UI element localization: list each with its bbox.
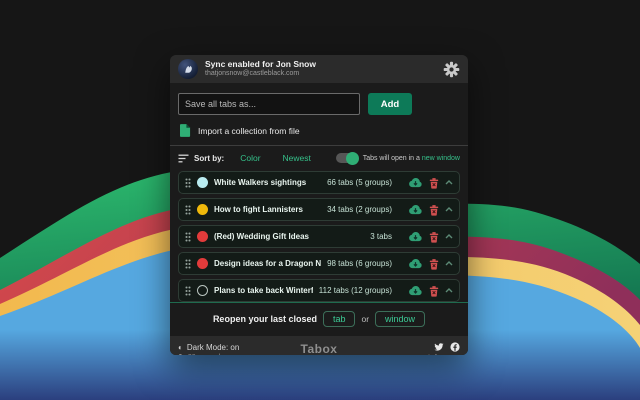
twitter-link[interactable] bbox=[434, 342, 444, 352]
settings-button[interactable] bbox=[443, 61, 460, 78]
delete-icon[interactable] bbox=[429, 177, 439, 189]
delete-icon[interactable] bbox=[429, 285, 439, 297]
collection-name: How to fight Lannisters bbox=[214, 205, 321, 214]
promo-stage: Sync enabled for Jon Snow thatjonsnow@ca… bbox=[0, 0, 640, 400]
import-label: Import a collection from file bbox=[198, 126, 300, 136]
chevron-up-icon[interactable] bbox=[445, 261, 453, 266]
chevron-up-icon[interactable] bbox=[445, 234, 453, 239]
new-window-link[interactable]: new window bbox=[422, 155, 460, 162]
import-collection-button[interactable]: Import a collection from file bbox=[180, 124, 460, 137]
popup-footer: ◐ Dark Mode: on ⟳ 30 seconds ago Tabox v… bbox=[170, 336, 468, 355]
add-button[interactable]: Add bbox=[368, 93, 412, 115]
collection-name: Plans to take back Winterfell bbox=[214, 286, 313, 295]
popup-body: Add Import a collection from file Sort b… bbox=[170, 83, 468, 336]
file-import-icon bbox=[180, 124, 191, 137]
account-email: thatjonsnow@castleblack.com bbox=[205, 70, 443, 78]
cloud-sync-icon[interactable] bbox=[408, 177, 423, 188]
sync-refresh[interactable]: ⟳ 30 seconds ago bbox=[178, 353, 239, 355]
gear-icon bbox=[443, 61, 460, 78]
collection-row[interactable]: (Red) Wedding Gift Ideas 3 tabs bbox=[178, 225, 460, 248]
tabox-popup: Sync enabled for Jon Snow thatjonsnow@ca… bbox=[170, 55, 468, 355]
drag-handle-icon[interactable] bbox=[185, 178, 191, 188]
collection-color-dot bbox=[197, 285, 208, 296]
sync-header: Sync enabled for Jon Snow thatjonsnow@ca… bbox=[170, 55, 468, 83]
sort-option-color[interactable]: Color bbox=[240, 153, 260, 163]
sync-status-title: Sync enabled for Jon Snow bbox=[205, 60, 443, 70]
reopen-tab-button[interactable]: tab bbox=[323, 311, 356, 327]
facebook-icon bbox=[450, 342, 460, 352]
twitter-icon bbox=[434, 342, 444, 352]
cloud-sync-icon[interactable] bbox=[408, 231, 423, 242]
collection-count: 112 tabs (12 groups) bbox=[319, 286, 392, 295]
collection-color-dot bbox=[197, 177, 208, 188]
collection-count: 98 tabs (6 groups) bbox=[327, 259, 392, 268]
chevron-up-icon[interactable] bbox=[445, 180, 453, 185]
dark-mode-toggle[interactable]: ◐ Dark Mode: on bbox=[178, 343, 239, 353]
website-link[interactable]: www.tabox.co bbox=[408, 352, 460, 355]
collection-name: White Walkers sightings bbox=[214, 178, 321, 187]
toggle-description: Tabs will open in a new window bbox=[363, 155, 460, 162]
save-tabs-input[interactable] bbox=[178, 93, 360, 115]
chevron-up-icon[interactable] bbox=[445, 207, 453, 212]
chevron-up-icon[interactable] bbox=[445, 288, 453, 293]
save-bar: Add bbox=[178, 93, 460, 115]
sort-icon bbox=[178, 154, 189, 163]
collection-name: Design ideas for a Dragon Nest bbox=[214, 259, 321, 268]
reopen-window-button[interactable]: window bbox=[375, 311, 425, 327]
facebook-link[interactable] bbox=[450, 342, 460, 352]
collection-row[interactable]: Design ideas for a Dragon Nest 98 tabs (… bbox=[178, 252, 460, 275]
reopen-or-label: or bbox=[361, 314, 369, 324]
cloud-sync-icon[interactable] bbox=[408, 204, 423, 215]
sort-by-label: Sort by: bbox=[194, 154, 224, 163]
dark-mode-label: Dark Mode: on bbox=[187, 343, 239, 353]
collection-color-dot bbox=[197, 258, 208, 269]
drag-handle-icon[interactable] bbox=[185, 286, 191, 296]
delete-icon[interactable] bbox=[429, 258, 439, 270]
avatar bbox=[178, 59, 198, 79]
collection-color-dot bbox=[197, 204, 208, 215]
divider bbox=[170, 145, 468, 146]
delete-icon[interactable] bbox=[429, 204, 439, 216]
toggle-text: Tabs will open in a bbox=[363, 155, 420, 162]
cloud-sync-icon[interactable] bbox=[408, 258, 423, 269]
drag-handle-icon[interactable] bbox=[185, 205, 191, 215]
sort-bar: Sort by: Color Newest Tabs will open in … bbox=[178, 153, 460, 163]
collection-count: 3 tabs bbox=[370, 232, 392, 241]
delete-icon[interactable] bbox=[429, 231, 439, 243]
collection-count: 34 tabs (2 groups) bbox=[327, 205, 392, 214]
cloud-sync-icon[interactable] bbox=[408, 285, 423, 296]
collection-row[interactable]: How to fight Lannisters 34 tabs (2 group… bbox=[178, 198, 460, 221]
sort-option-newest[interactable]: Newest bbox=[283, 153, 311, 163]
collection-row[interactable]: White Walkers sightings 66 tabs (5 group… bbox=[178, 171, 460, 194]
new-window-toggle[interactable] bbox=[336, 153, 358, 163]
dark-mode-icon: ◐ bbox=[178, 343, 183, 353]
reopen-label: Reopen your last closed bbox=[213, 314, 317, 324]
collection-count: 66 tabs (5 groups) bbox=[327, 178, 392, 187]
drag-handle-icon[interactable] bbox=[185, 259, 191, 269]
refresh-icon: ⟳ bbox=[178, 353, 184, 355]
direwolf-sigil-icon bbox=[182, 63, 195, 76]
collections-list: White Walkers sightings 66 tabs (5 group… bbox=[178, 171, 460, 302]
reopen-bar: Reopen your last closed tab or window bbox=[170, 302, 468, 336]
collection-name: (Red) Wedding Gift Ideas bbox=[214, 232, 364, 241]
collection-color-dot bbox=[197, 231, 208, 242]
last-sync-time: 30 seconds ago bbox=[188, 353, 237, 355]
drag-handle-icon[interactable] bbox=[185, 232, 191, 242]
collection-row[interactable]: Plans to take back Winterfell 112 tabs (… bbox=[178, 279, 460, 302]
